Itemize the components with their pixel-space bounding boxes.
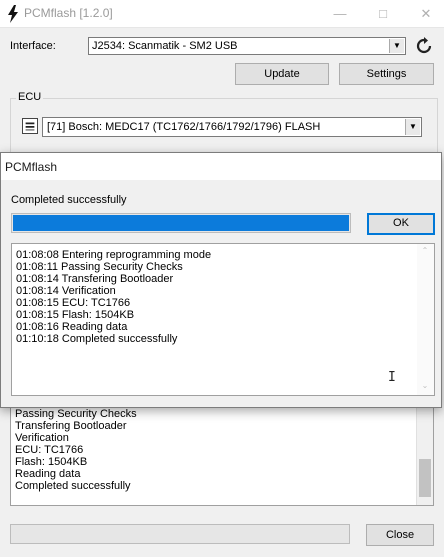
interface-label: Interface: [10, 40, 56, 52]
ecu-list-icon[interactable] [22, 118, 38, 134]
log-line: 01:08:15 ECU: TC1766 [16, 297, 131, 309]
log-line: ECU: TC1766 [15, 444, 84, 456]
log-line: 01:08:15 Flash: 1504KB [16, 309, 135, 321]
refresh-icon[interactable] [414, 36, 434, 56]
log-line: Completed successfully [15, 480, 131, 492]
interface-select[interactable]: J2534: Scanmatik - SM2 USB ▼ [88, 37, 406, 55]
ecu-select[interactable]: [71] Bosch: MEDC17 (TC1762/1766/1792/179… [42, 117, 422, 137]
main-log[interactable]: Passing Security Checks Transfering Boot… [10, 400, 434, 506]
log-line: Reading data [15, 468, 81, 480]
log-line: Transfering Bootloader [15, 420, 127, 432]
main-titlebar: PCMflash [1.2.0] — □ ✕ [0, 0, 444, 28]
close-window-button[interactable]: ✕ [416, 4, 436, 24]
log-line: 01:08:14 Verification [16, 285, 116, 297]
dialog-progress-bar [11, 213, 351, 233]
log-scrollbar[interactable]: ⌃ ⌄ [417, 244, 434, 395]
log-line: Passing Security Checks [15, 408, 137, 420]
ok-button[interactable]: OK [367, 213, 435, 235]
log-line: 01:08:14 Transfering Bootloader [16, 273, 174, 285]
close-button[interactable]: Close [366, 524, 434, 546]
progress-dialog: PCMflash Completed successfully OK 01:08… [0, 152, 442, 408]
window-title: PCMflash [1.2.0] [24, 6, 113, 20]
lightning-icon [8, 5, 18, 23]
dialog-titlebar: PCMflash [1, 153, 441, 180]
log-line: 01:10:18 Completed successfully [16, 333, 178, 345]
log-scrollbar[interactable] [416, 401, 433, 505]
dialog-status-text: Completed successfully [11, 194, 127, 206]
chevron-down-icon[interactable]: ▼ [389, 39, 404, 53]
log-line: 01:08:08 Entering reprogramming mode [16, 249, 212, 261]
dialog-title: PCMflash [5, 160, 58, 174]
log-line: Flash: 1504KB [15, 456, 88, 468]
scroll-down-icon[interactable]: ⌄ [420, 381, 430, 391]
chevron-down-icon[interactable]: ▼ [405, 119, 420, 135]
interface-value: J2534: Scanmatik - SM2 USB [92, 40, 238, 52]
log-line: 01:08:11 Passing Security Checks [16, 261, 183, 273]
main-progress-bar [10, 524, 350, 544]
log-line: Verification [15, 432, 69, 444]
log-line: 01:08:16 Reading data [16, 321, 128, 333]
progress-fill [13, 215, 349, 231]
scrollbar-thumb[interactable] [419, 459, 431, 497]
ecu-value: [71] Bosch: MEDC17 (TC1762/1766/1792/179… [47, 121, 321, 133]
minimize-button[interactable]: — [330, 4, 350, 24]
ecu-group-label: ECU [16, 91, 44, 103]
maximize-button[interactable]: □ [373, 4, 393, 24]
text-cursor-icon: I [388, 370, 396, 385]
settings-button[interactable]: Settings [339, 63, 434, 85]
update-button[interactable]: Update [235, 63, 329, 85]
scroll-up-icon[interactable]: ⌃ [420, 246, 430, 256]
dialog-log[interactable]: 01:08:08 Entering reprogramming mode 01:… [11, 243, 435, 396]
